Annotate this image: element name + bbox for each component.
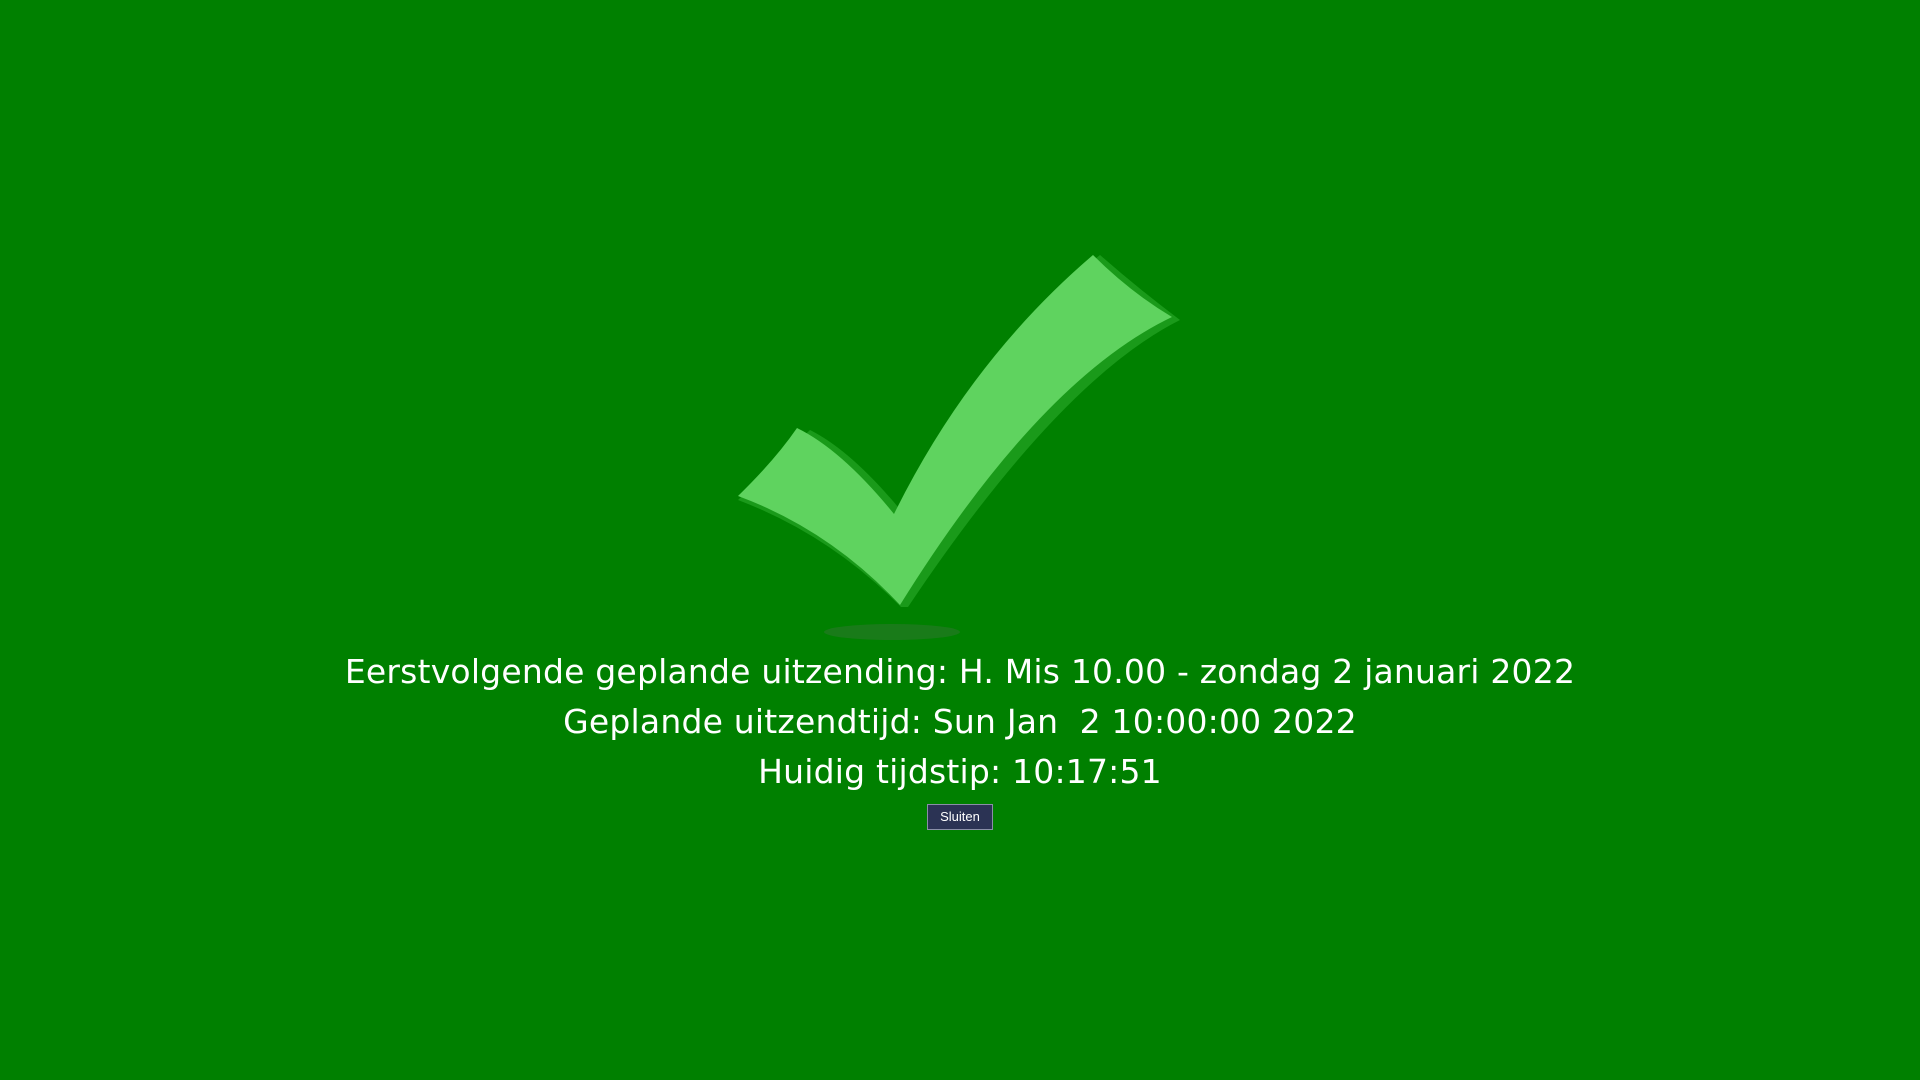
close-button[interactable]: Sluiten [927,804,993,830]
checkmark-face [738,255,1172,605]
checkmark-icon [730,250,1190,650]
broadcast-info: Eerstvolgende geplande uitzending: H. Mi… [0,647,1920,830]
planned-time-text: Geplande uitzendtijd: Sun Jan 2 10:00:00… [563,702,1357,741]
checkmark-shadow [824,624,960,640]
current-time-text: Huidig tijdstip: 10:17:51 [758,752,1162,791]
next-broadcast-text: Eerstvolgende geplande uitzending: H. Mi… [344,652,1576,691]
